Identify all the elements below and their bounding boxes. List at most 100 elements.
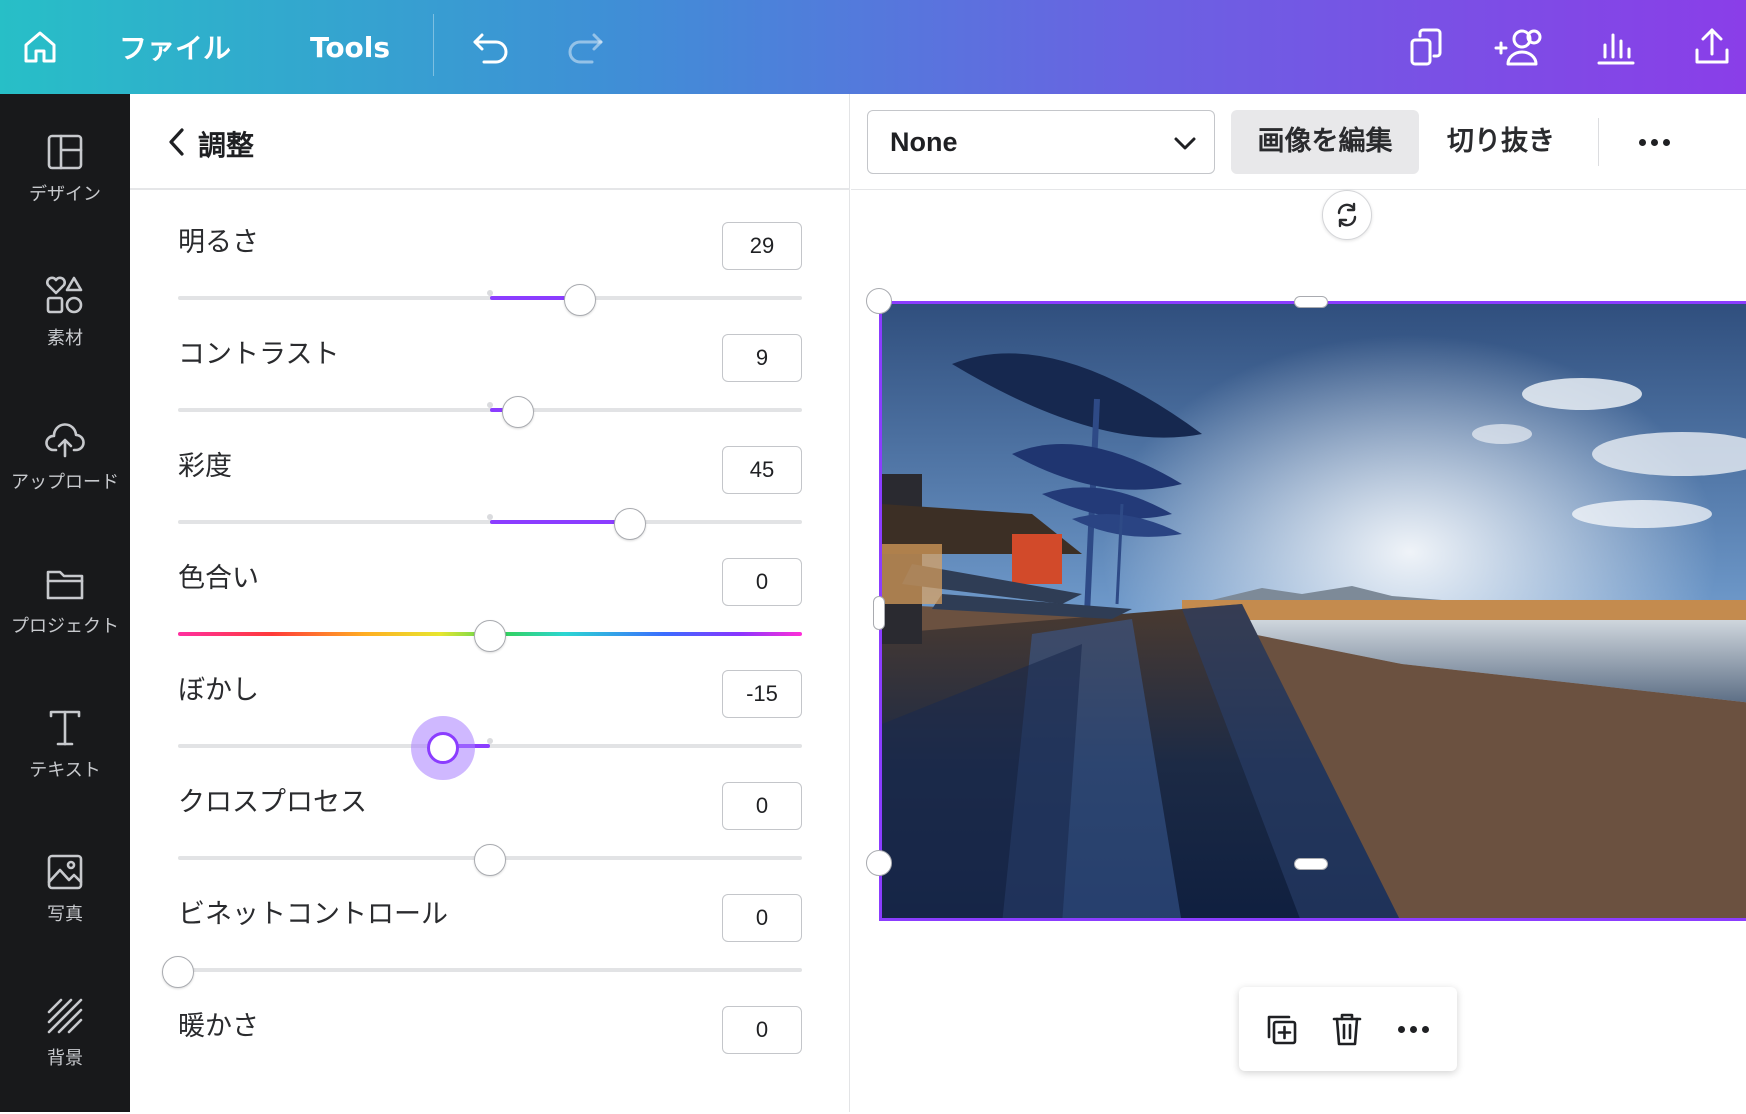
more-dot — [1397, 1025, 1405, 1033]
adjustment-value-input[interactable]: 9 — [722, 334, 802, 382]
adjustment-value-input[interactable]: 29 — [722, 222, 802, 270]
resize-handle-bottom[interactable] — [1294, 858, 1328, 870]
rotate-icon — [1337, 202, 1357, 228]
more-dot — [1650, 138, 1658, 146]
delete-button[interactable] — [1325, 1007, 1369, 1051]
panel-header: 調整 — [130, 94, 850, 190]
edit-image-button[interactable]: 画像を編集 — [1231, 110, 1419, 174]
file-menu-label: ファイル — [118, 32, 231, 65]
sidebar-item-projects[interactable]: プロジェクト — [0, 562, 130, 682]
slider-thumb[interactable] — [474, 620, 506, 652]
adjustment-warmth: 暖かさ 0 — [178, 1000, 802, 1112]
tools-menu-label: Tools — [309, 30, 391, 64]
adjustment-label: クロスプロセス — [178, 787, 367, 818]
duplicate-button[interactable] — [1259, 1007, 1303, 1051]
redo-button[interactable] — [560, 0, 610, 94]
sidebar-item-background[interactable]: 背景 — [0, 994, 130, 1114]
home-button[interactable] — [10, 0, 70, 94]
adjust-panel: 調整 明るさ 29 コントラスト 9 彩度 45 色合い 0 ぼかし -15 ク… — [130, 94, 850, 1112]
adjustment-contrast: コントラスト 9 — [178, 328, 802, 440]
slider-track[interactable] — [178, 968, 802, 972]
more-dot — [1421, 1025, 1429, 1033]
adjustment-value-input[interactable]: 0 — [722, 782, 802, 830]
filter-select[interactable]: None — [867, 110, 1215, 174]
home-icon — [24, 31, 56, 63]
redo-icon — [568, 33, 603, 64]
slider-thumb[interactable] — [564, 284, 596, 316]
elements-icon — [46, 276, 83, 314]
sidebar-item-design[interactable]: デザイン — [0, 130, 130, 250]
sidebar-item-label: 背景 — [47, 1048, 83, 1069]
file-menu-button[interactable]: ファイル — [110, 0, 240, 94]
filter-select-value: None — [890, 127, 958, 157]
duplicate-icon — [1267, 1015, 1297, 1045]
sidebar-item-text[interactable]: テキスト — [0, 706, 130, 826]
resize-handle-top[interactable] — [1294, 296, 1328, 308]
trash-icon — [1332, 1013, 1362, 1046]
more-options-button[interactable] — [1626, 118, 1682, 166]
sidebar-item-label: テキスト — [29, 760, 101, 781]
adjustment-blur: ぼかし -15 — [178, 664, 802, 776]
slider-fill — [490, 520, 630, 524]
share-people-icon — [1494, 29, 1542, 66]
adjustment-x-process: クロスプロセス 0 — [178, 776, 802, 888]
sidebar-item-label: プロジェクト — [11, 616, 119, 637]
toolbar-divider — [1598, 118, 1599, 166]
slider-thumb[interactable] — [162, 956, 194, 988]
adjustment-brightness: 明るさ 29 — [178, 216, 802, 328]
adjustment-vignette: ビネットコントロール 0 — [162, 888, 802, 1000]
slider-thumb[interactable] — [502, 396, 534, 428]
undo-button[interactable] — [466, 0, 516, 94]
resize-handle-bottom-left[interactable] — [866, 850, 892, 876]
slider-track[interactable] — [178, 744, 802, 748]
more-options-button[interactable] — [1391, 1007, 1435, 1051]
panel-title: 調整 — [198, 129, 255, 162]
top-bar: ファイル Tools — [0, 0, 1746, 94]
adjustment-value-input[interactable]: -15 — [722, 670, 802, 718]
sidebar-item-uploads[interactable]: アップロード — [0, 418, 130, 538]
beach-umbrellas-photo — [882, 304, 1746, 918]
insights-button[interactable] — [1588, 0, 1644, 94]
sidebar-item-label: アップロード — [11, 472, 119, 493]
adjustment-label: 彩度 — [178, 451, 232, 482]
sidebar-item-elements[interactable]: 素材 — [0, 274, 130, 394]
adjustment-tint: 色合い 0 — [178, 552, 802, 664]
crop-button[interactable]: 切り抜き — [1431, 110, 1571, 174]
sidebar-item-label: デザイン — [29, 184, 101, 205]
slider-thumb[interactable] — [614, 508, 646, 540]
background-icon — [47, 998, 83, 1034]
resize-handle-top-left[interactable] — [866, 288, 892, 314]
adjustment-label: ぼかし — [178, 675, 259, 706]
adjustment-value-input[interactable]: 0 — [722, 1006, 802, 1054]
chevron-left-icon — [169, 128, 184, 156]
slider-thumb-active[interactable] — [427, 732, 459, 764]
resize-icon — [1410, 28, 1442, 66]
rotate-handle[interactable] — [1322, 190, 1372, 240]
tools-menu-button[interactable]: Tools — [300, 0, 400, 94]
text-icon — [49, 710, 81, 746]
slider-thumb[interactable] — [474, 844, 506, 876]
element-floating-toolbar — [1239, 987, 1457, 1071]
adjustment-value-input[interactable]: 0 — [722, 558, 802, 606]
sidebar-item-label: 素材 — [47, 328, 83, 349]
adjustment-label: ビネットコントロール — [178, 899, 448, 930]
sidebar-item-photos[interactable]: 写真 — [0, 850, 130, 970]
folder-icon — [46, 570, 84, 600]
adjustment-label: 明るさ — [178, 227, 259, 258]
upload-share-icon — [1695, 28, 1729, 64]
upload-share-button[interactable] — [1684, 0, 1740, 94]
selected-image[interactable] — [879, 301, 1746, 921]
resize-button[interactable] — [1398, 0, 1454, 94]
share-people-button[interactable] — [1490, 0, 1550, 94]
resize-handle-left[interactable] — [873, 596, 885, 630]
adjustment-saturation: 彩度 45 — [178, 440, 802, 552]
adjustment-label: コントラスト — [178, 339, 340, 370]
adjustment-label: 色合い — [178, 563, 259, 594]
adjustment-value-input[interactable]: 0 — [722, 894, 802, 942]
layout-icon — [47, 134, 83, 170]
topbar-divider — [433, 14, 434, 76]
back-button[interactable] — [160, 124, 196, 160]
context-toolbar: None 画像を編集 切り抜き — [851, 94, 1746, 190]
adjustment-value-input[interactable]: 45 — [722, 446, 802, 494]
undo-icon — [473, 33, 508, 64]
